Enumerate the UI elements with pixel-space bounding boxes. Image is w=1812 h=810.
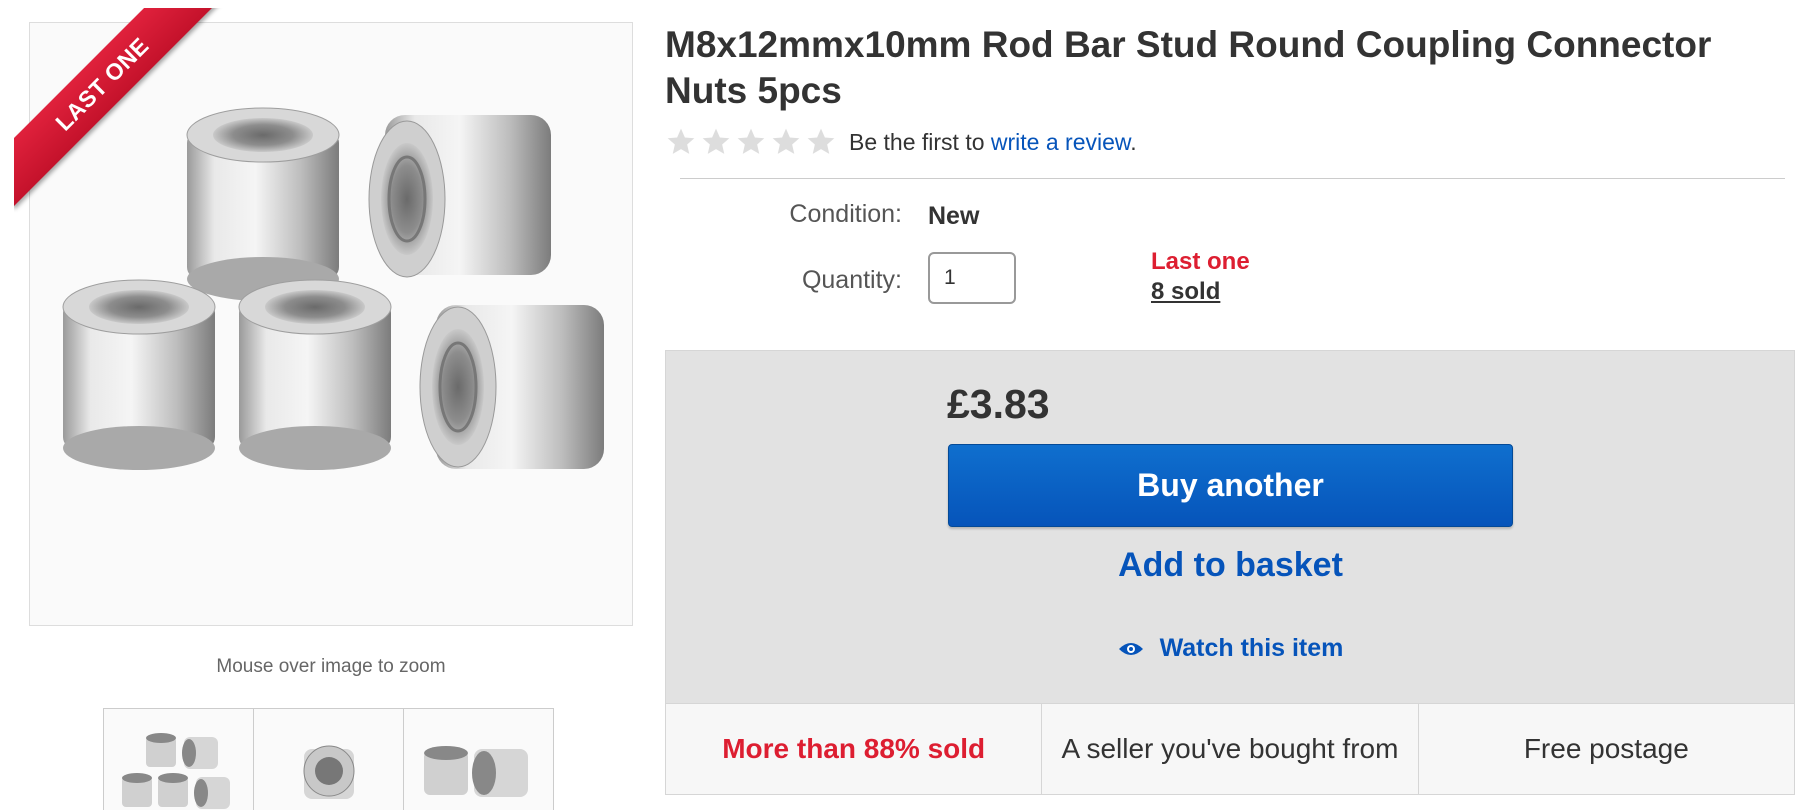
- thumbnail-1[interactable]: [103, 708, 254, 810]
- star-outline-icon: [737, 128, 765, 154]
- thumbnail-2[interactable]: [253, 708, 404, 810]
- zoom-hint: Mouse over image to zoom: [216, 656, 446, 677]
- ribbon-container: LAST ONE: [14, 8, 234, 228]
- watch-item-label: Watch this item: [1159, 634, 1344, 662]
- watch-item-link[interactable]: Watch this item: [948, 634, 1513, 663]
- review-suffix: .: [1130, 128, 1137, 155]
- star-outline-icon: [772, 128, 800, 154]
- price: £3.83: [947, 381, 1050, 427]
- trust-badges: More than 88% sold A seller you've bough…: [665, 703, 1795, 795]
- availability-status: Last one: [1151, 248, 1250, 275]
- star-rating[interactable]: [665, 126, 837, 158]
- condition-value: New: [928, 202, 980, 230]
- thumbnail-nuts-pair: [424, 746, 528, 797]
- star-outline-icon: [667, 128, 695, 154]
- review-prefix: Be the first to: [849, 128, 991, 155]
- condition-label: Condition:: [789, 200, 902, 228]
- eye-icon: [1118, 642, 1143, 655]
- free-postage-badge: Free postage: [1523, 733, 1689, 764]
- write-review-link[interactable]: write a review: [991, 129, 1130, 155]
- thumbnail-3[interactable]: [403, 708, 554, 810]
- divider: [680, 178, 1785, 179]
- review-prompt: Be the first to write a review.: [849, 129, 1137, 156]
- sold-percentage-badge: More than 88% sold: [666, 704, 1043, 794]
- rating-row: Be the first to write a review.: [665, 124, 1137, 160]
- thumbnail-nuts-group: [122, 733, 230, 809]
- star-outline-icon: [807, 128, 835, 154]
- star-outline-icon: [702, 128, 730, 154]
- buy-another-button[interactable]: Buy another: [948, 444, 1513, 527]
- quantity-label: Quantity:: [801, 266, 902, 294]
- add-to-basket-link[interactable]: Add to basket: [948, 546, 1513, 585]
- thumbnail-strip: [103, 708, 554, 810]
- last-one-ribbon: LAST ONE: [14, 8, 226, 208]
- seller-history-badge: A seller you've bought from: [1042, 704, 1419, 794]
- product-title: M8x12mmx10mm Rod Bar Stud Round Coupling…: [665, 24, 1712, 111]
- purchase-panel: £3.83 Buy another Add to basket Watch th…: [665, 350, 1795, 704]
- quantity-input[interactable]: [928, 252, 1016, 304]
- thumbnail-nut-single: [303, 745, 355, 799]
- sold-count-link[interactable]: 8 sold: [1151, 278, 1220, 306]
